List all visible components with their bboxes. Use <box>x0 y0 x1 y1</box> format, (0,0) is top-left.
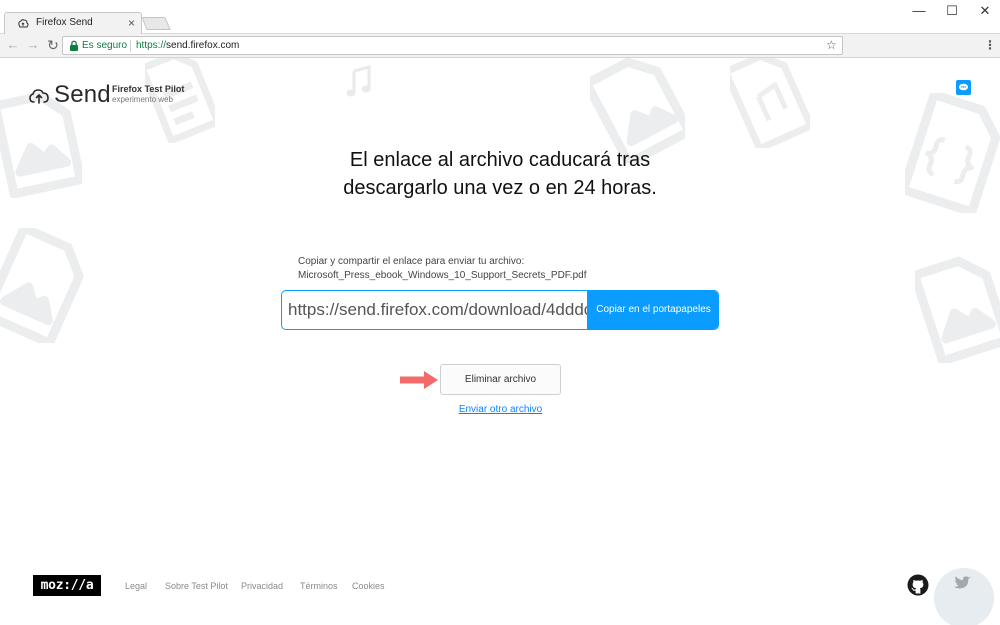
testpilot-badge[interactable]: Firefox Test Pilot experimento web <box>112 84 212 104</box>
headline-line-2: descargarlo una vez o en 24 horas. <box>343 177 657 199</box>
share-label-text: Copiar y compartir el enlace para enviar… <box>298 256 525 267</box>
address-bar[interactable]: Es seguro https://send.firefox.com ☆ <box>62 36 843 55</box>
minimize-button[interactable]: — <box>904 2 934 20</box>
browser-toolbar: ← → ↻ Es seguro https://send.firefox.com… <box>0 34 1000 58</box>
footer-link-terms[interactable]: Términos <box>300 581 338 591</box>
file-name: Microsoft_Press_ebook_Windows_10_Support… <box>298 270 587 281</box>
share-instructions: Copiar y compartir el enlace para enviar… <box>298 255 587 283</box>
footer-link-legal[interactable]: Legal <box>125 581 147 591</box>
feedback-button[interactable] <box>956 80 971 95</box>
decorative-music-file-icon <box>730 58 810 148</box>
browser-menu-icon[interactable]: ⋮ <box>984 38 996 52</box>
footer-link-about-test-pilot[interactable]: Sobre Test Pilot <box>165 581 228 591</box>
share-link-input[interactable] <box>282 291 588 329</box>
forward-arrow-icon[interactable]: → <box>26 38 40 52</box>
copy-to-clipboard-button[interactable]: Copiar en el portapapeles <box>587 291 718 329</box>
footer-link-privacy[interactable]: Privacidad <box>241 581 283 591</box>
url-host: send.firefox.com <box>166 40 240 51</box>
delete-file-button[interactable]: Eliminar archivo <box>440 364 561 395</box>
back-arrow-icon[interactable]: ← <box>6 38 20 52</box>
reload-icon[interactable]: ↻ <box>46 38 60 52</box>
tab-close-icon[interactable]: × <box>128 16 135 30</box>
url-text[interactable]: https://send.firefox.com <box>136 40 239 51</box>
send-another-file-link[interactable]: Enviar otro archivo <box>440 404 561 415</box>
send-logo-text: Send <box>54 81 111 108</box>
feedback-chat-icon <box>959 83 968 91</box>
footer: moz://a Legal Sobre Test Pilot Privacida… <box>0 570 1000 610</box>
secure-label: Es seguro <box>82 40 128 51</box>
decorative-image-file-icon-left <box>0 228 84 343</box>
footer-link-cookies[interactable]: Cookies <box>352 581 385 591</box>
lock-icon <box>70 40 78 51</box>
watermark-bird-logo <box>934 568 994 625</box>
bookmark-star-icon[interactable]: ☆ <box>826 38 837 52</box>
decorative-music-note-icon <box>346 65 371 97</box>
decorative-image-file-icon-right-bottom <box>915 256 1000 363</box>
title-bar: Firefox Send × — ☐ ✕ <box>0 0 1000 34</box>
maximize-button[interactable]: ☐ <box>937 2 967 20</box>
browser-tab[interactable]: Firefox Send × <box>4 12 142 34</box>
send-favicon-icon <box>18 19 29 28</box>
red-arrow-icon <box>400 371 438 389</box>
testpilot-subtitle: experimento web <box>112 95 173 104</box>
mozilla-logo[interactable]: moz://a <box>33 575 101 596</box>
close-window-button[interactable]: ✕ <box>970 2 1000 20</box>
omnibox-separator <box>130 40 131 52</box>
github-icon[interactable] <box>907 574 929 596</box>
tab-title: Firefox Send <box>36 17 93 28</box>
url-scheme: https:// <box>136 40 167 51</box>
send-cloud-icon <box>29 89 49 104</box>
page-headline: El enlace al archivo caducará tras desca… <box>250 146 750 202</box>
decorative-code-file-icon <box>905 93 1000 213</box>
share-link-box: Copiar en el portapapeles <box>281 290 719 330</box>
new-tab-button[interactable] <box>141 17 171 30</box>
testpilot-title: Firefox Test Pilot <box>112 84 185 94</box>
headline-line-1: El enlace al archivo caducará tras <box>349 149 651 171</box>
page-content: Send Firefox Test Pilot experimento web … <box>0 58 1000 625</box>
